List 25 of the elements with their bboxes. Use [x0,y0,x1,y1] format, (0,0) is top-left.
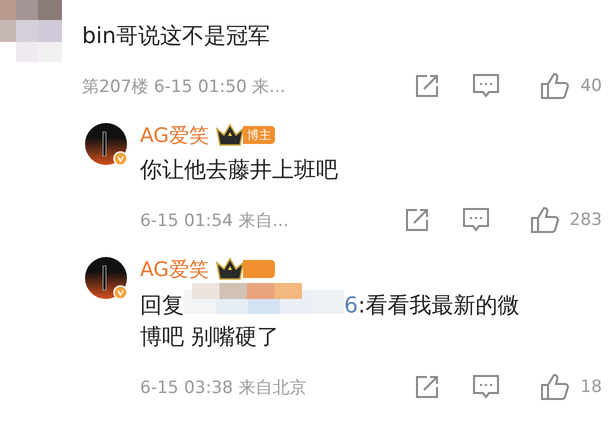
like-count: 283 [570,210,602,230]
share-icon[interactable] [414,73,440,99]
comment-meta: 6-15 03:38 来自北京 [140,376,308,398]
crown-icon [214,257,245,281]
comment-text: 你让他去藤井上班吧 [140,157,339,185]
comment-icon[interactable] [462,207,490,233]
blogger-badge [242,260,275,278]
author-name[interactable]: AG爱笑 [140,256,209,282]
author-name[interactable]: AG爱笑 [140,122,209,148]
share-icon[interactable] [414,374,440,400]
crown-icon [214,123,245,147]
thumbs-up-icon[interactable] [540,72,570,100]
blogger-badge: 博主 [242,126,275,144]
avatar [84,122,128,166]
comment-icon[interactable] [472,374,500,400]
comment-meta: 第207楼 6-15 01:50 来... [82,76,286,98]
comment-meta: 6-15 01:54 来自... [140,210,290,232]
like-count: 40 [580,76,602,96]
comment-icon[interactable] [472,73,500,99]
thumbs-up-icon[interactable] [530,206,560,234]
share-icon[interactable] [404,207,430,233]
comment-text: bin哥说这不是冠军 [82,23,272,51]
like-count: 18 [580,377,602,397]
avatar [84,256,128,300]
thumbs-up-icon[interactable] [540,373,570,401]
